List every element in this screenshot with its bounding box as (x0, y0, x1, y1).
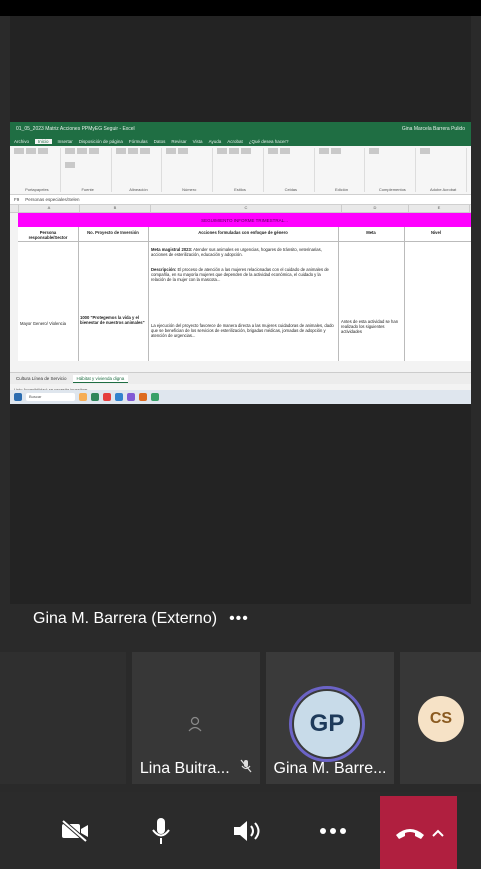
cell-descripcion[interactable]: Descripción: El proceso de atención a la… (151, 267, 335, 282)
participant-tile-lina[interactable]: Lina Buitra... (132, 652, 260, 784)
header-acciones: Acciones formuladas con enfoque de géner… (198, 230, 288, 235)
excel-menu-bar: Archivo Inicio Insertar Disposición de p… (10, 136, 471, 146)
col-b[interactable]: B (80, 205, 151, 212)
participant-name: Gina M. Barre... (273, 760, 387, 777)
menu-revisar[interactable]: Revisar (171, 139, 186, 144)
avatar-gp: GP (294, 691, 360, 757)
menu-search[interactable]: ¿Qué desea hacer? (249, 139, 289, 144)
presenter-label: Gina M. Barrera (Externo) ••• (33, 610, 249, 628)
microphone-icon (152, 817, 170, 844)
excel-user: Gina Marcela Barrera Pulido (401, 126, 465, 132)
person-icon (181, 710, 209, 738)
participant-name: Lina Buitra... (139, 760, 230, 777)
app-icon[interactable] (103, 393, 111, 401)
app-icon[interactable] (139, 393, 147, 401)
formula-input[interactable]: Personas especiales/Selen (25, 197, 79, 202)
menu-insertar[interactable]: Insertar (58, 139, 73, 144)
hang-up-button[interactable] (380, 796, 457, 869)
cell-body[interactable]: La ejecución del proyecto favorece de ma… (151, 323, 335, 338)
app-icon[interactable] (151, 393, 159, 401)
presenter-more-button[interactable]: ••• (229, 610, 249, 628)
chevron-up-icon (431, 829, 444, 837)
menu-ayuda[interactable]: Ayuda (209, 139, 222, 144)
camera-button[interactable] (38, 792, 112, 869)
call-controls (0, 792, 481, 869)
col-e[interactable]: E (409, 205, 470, 212)
mic-muted-icon (240, 759, 252, 777)
ribbon-group[interactable]: Alineación (115, 148, 163, 192)
col-d[interactable]: D (342, 205, 409, 212)
desc-text: El proceso de atención a las mujeres rel… (151, 267, 329, 282)
excel-title-bar: 01_05_2023 Matriz Acciones PPMyEG Seguir… (10, 122, 471, 136)
ribbon-group[interactable]: Portapapeles (14, 148, 61, 192)
app-icon[interactable] (127, 393, 135, 401)
windows-taskbar: Buscar (10, 390, 471, 404)
formula-bar[interactable]: F9 Personas especiales/Selen (10, 195, 471, 205)
app-icon[interactable] (115, 393, 123, 401)
header-proyecto: No. Proyecto de Inversión (87, 230, 139, 235)
participant-tile-gina[interactable]: GP Gina M. Barre... (266, 652, 394, 784)
cell-meta-col[interactable]: Antes de esta actividad se han realizado… (341, 319, 403, 334)
speaker-button[interactable] (210, 792, 284, 869)
app-icon[interactable] (79, 393, 87, 401)
sheet-tab-cultura[interactable]: Cultura Línea de Servicio (16, 376, 67, 381)
more-icon (320, 827, 346, 834)
menu-vista[interactable]: Vista (193, 139, 203, 144)
menu-formulas[interactable]: Fórmulas (129, 139, 148, 144)
participant-tile-cs[interactable]: CS (400, 652, 481, 784)
menu-inicio[interactable]: Inicio (35, 138, 52, 144)
top-bar (0, 0, 481, 16)
microphone-button[interactable] (124, 792, 198, 869)
header-persona: Persona responsable/Sector (28, 230, 68, 240)
ribbon-group[interactable]: Adobe Acrobat (420, 148, 468, 192)
menu-disposicion[interactable]: Disposición de página (79, 139, 123, 144)
presenter-name: Gina M. Barrera (Externo) (33, 610, 218, 627)
ribbon-group[interactable]: Celdas (267, 148, 315, 192)
ribbon-group[interactable]: Número (166, 148, 214, 192)
app-icon[interactable] (91, 393, 99, 401)
windows-start-icon[interactable] (14, 393, 22, 401)
menu-archivo[interactable]: Archivo (14, 139, 29, 144)
menu-datos[interactable]: Datos (154, 139, 166, 144)
camera-off-icon (61, 818, 88, 843)
avatar-cs: CS (418, 696, 464, 742)
cell-sector[interactable]: Mayor Genero/ Violencia (20, 321, 76, 326)
col-c[interactable]: C (151, 205, 342, 212)
name-box[interactable]: F9 (14, 197, 19, 202)
more-options-button[interactable] (296, 792, 370, 869)
spreadsheet-grid[interactable]: Persona responsable/Sector No. Proyecto … (18, 227, 471, 361)
excel-title: 01_05_2023 Matriz Acciones PPMyEG Seguir… (16, 126, 135, 132)
column-headers: A B C D E (10, 205, 471, 213)
banner-row[interactable]: SEGUIMIENTO INFORME TRIMESTRAL... (18, 213, 471, 227)
participant-strip: Lina Buitra... GP Gina M. Barre... CS (0, 652, 481, 784)
shared-screen[interactable]: 01_05_2023 Matriz Acciones PPMyEG Seguir… (10, 122, 471, 404)
header-nivel: Nivel (430, 230, 441, 235)
ribbon-group[interactable]: Complementos (369, 148, 417, 192)
speaker-icon (234, 820, 260, 841)
col-a[interactable]: A (19, 205, 80, 212)
participant-row: Lina Buitra... (132, 759, 260, 778)
sheet-tab-bar: Cultura Línea de Servicio Hábitat y vivi… (10, 372, 471, 384)
menu-acrobat[interactable]: Acrobat (227, 139, 243, 144)
ribbon-group[interactable]: Fuente (64, 148, 112, 192)
speaking-ring: GP (289, 686, 365, 762)
cell-meta-magistral[interactable]: Meta magistral 2023: Atender sus animale… (151, 247, 335, 257)
header-meta: Meta (366, 230, 376, 235)
sheet-tab-habitat[interactable]: Hábitat y vivienda digna (72, 374, 129, 383)
taskbar-search[interactable]: Buscar (26, 393, 75, 401)
participant-tile-empty (0, 652, 126, 784)
ribbon-group[interactable]: Estilos (217, 148, 264, 192)
excel-ribbon: Portapapeles Fuente Alineación Número Es… (10, 146, 471, 195)
cell-project[interactable]: 1000 "Protegemos la vida y el bienestar … (80, 315, 146, 325)
ribbon-group[interactable]: Edición (318, 148, 366, 192)
hang-up-icon (395, 828, 424, 839)
